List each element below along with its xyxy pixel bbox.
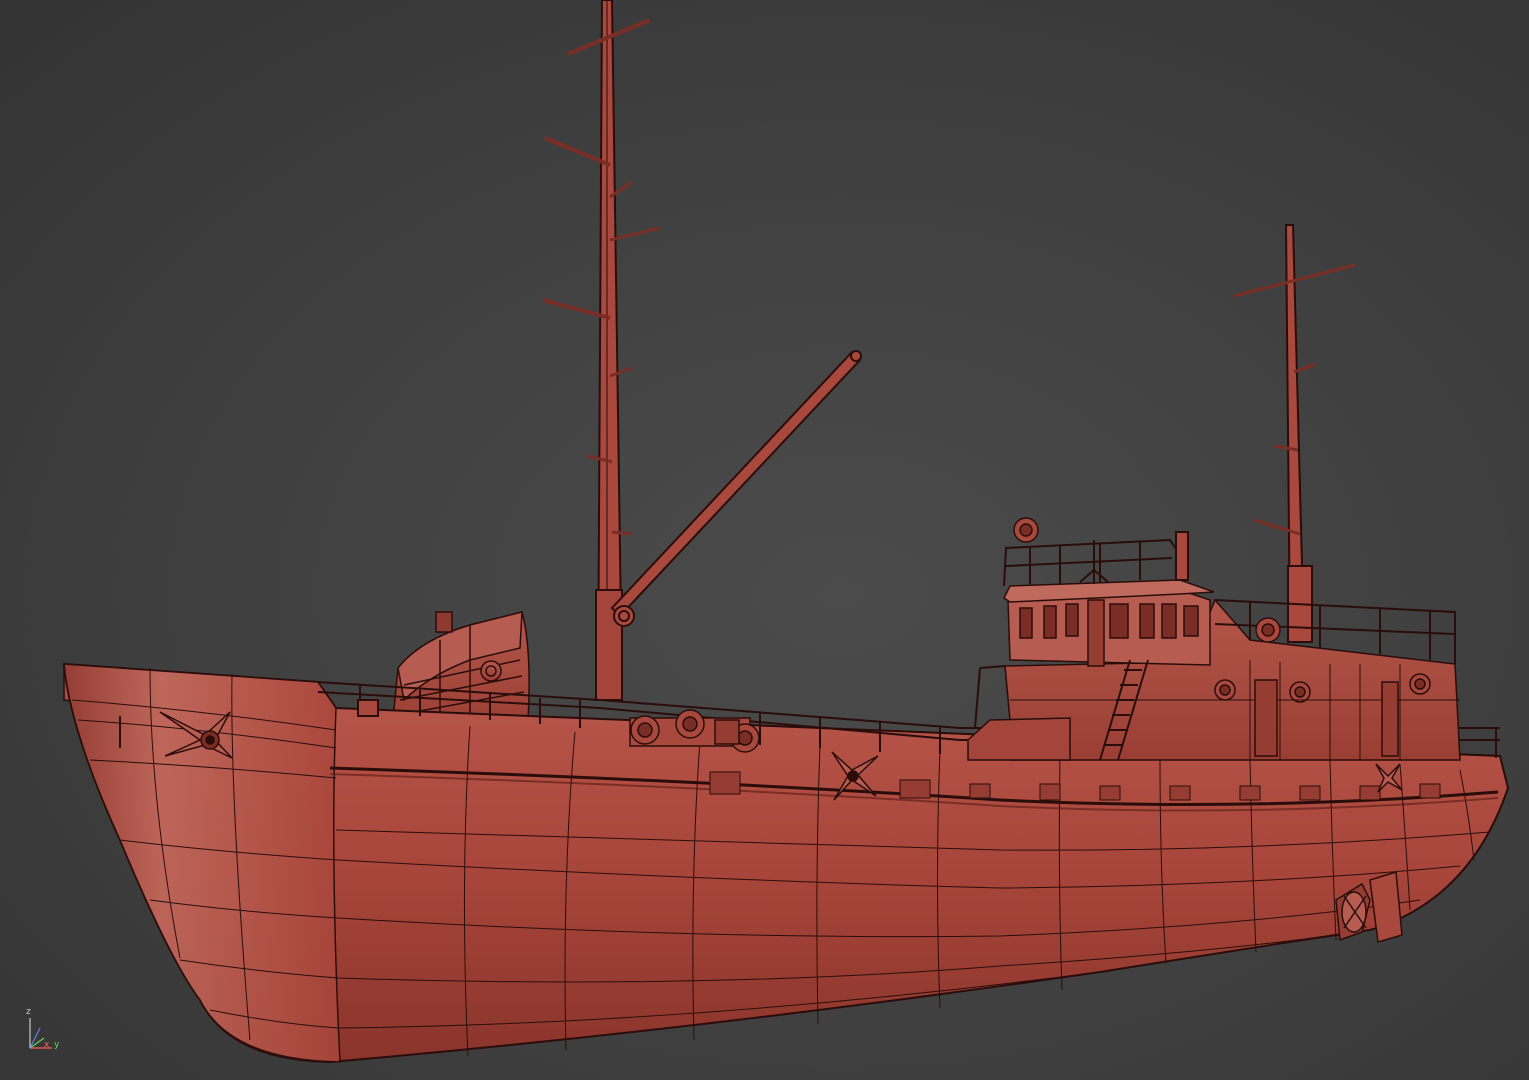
axis-label-z: z: [26, 1007, 31, 1017]
axis-tripod: z x y: [18, 1008, 68, 1058]
lifebuoy: [1255, 617, 1281, 643]
searchlight: [1013, 517, 1039, 543]
3d-viewport[interactable]: z x y: [0, 0, 1529, 1080]
fore-mast: [542, 0, 661, 701]
axis-label-y: y: [54, 1040, 60, 1050]
crane-boom: [610, 350, 862, 627]
aft-mast: [1233, 224, 1356, 643]
wheelhouse: [967, 579, 1461, 761]
deck-winches: [629, 709, 760, 753]
ship-model-wireframe[interactable]: [0, 0, 1529, 1080]
axis-label-x: x: [44, 1040, 50, 1050]
